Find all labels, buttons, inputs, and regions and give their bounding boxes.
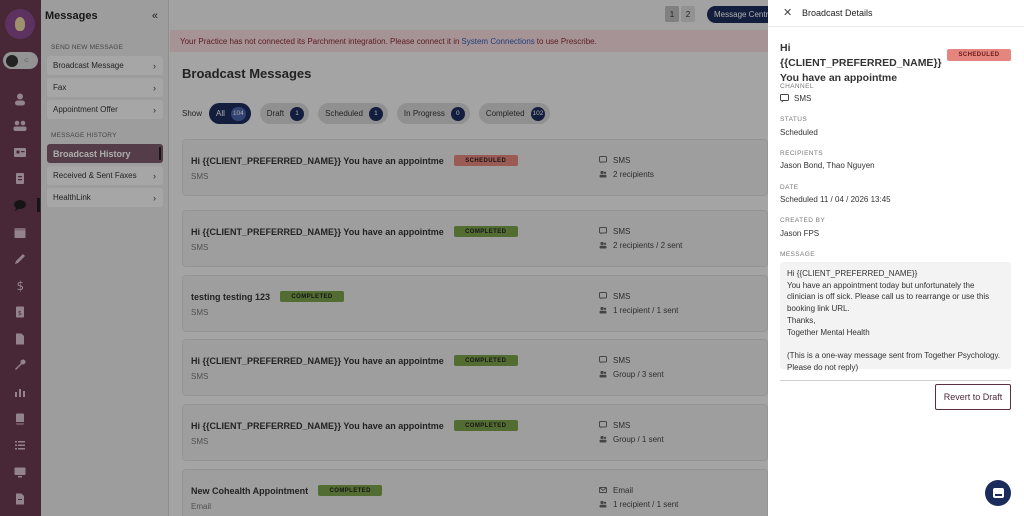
close-icon[interactable]: ✕ (783, 6, 792, 19)
date-value: Scheduled 11 / 04 / 2026 13:45 (780, 195, 891, 204)
broadcast-title-line: Hi {{CLIENT_PREFERRED_NAME}} (780, 42, 942, 69)
panel-title: Broadcast Details (802, 8, 873, 18)
message-line: (This is a one-way message sent from Tog… (787, 350, 1001, 372)
channel-label: CHANNEL (780, 83, 814, 90)
message-line: Hi {{CLIENT_PREFERRED_NAME}} (787, 269, 918, 278)
message-body: Hi {{CLIENT_PREFERRED_NAME}} You have an… (780, 262, 1011, 372)
created-by-value: Jason FPS (780, 229, 820, 238)
broadcast-details-panel: ✕ Broadcast Details Hi {{CLIENT_PREFERRE… (768, 0, 1024, 516)
chat-icon (992, 488, 1004, 498)
support-chat-button[interactable] (985, 480, 1011, 506)
message-line: Together Mental Health (787, 327, 870, 337)
broadcast-title: Hi {{CLIENT_PREFERRED_NAME}} You have an… (780, 41, 942, 86)
channel-value: SMS (780, 94, 811, 103)
chat-bubble-icon (780, 94, 789, 103)
created-by-label: CREATED BY (780, 217, 826, 224)
status-badge: SCHEDULED (947, 49, 1011, 61)
divider (780, 380, 1011, 381)
panel-header: ✕ Broadcast Details (768, 0, 1024, 27)
message-line: Thanks, (787, 315, 816, 325)
modal-backdrop[interactable] (0, 0, 768, 516)
message-line (787, 338, 1004, 350)
status-label: STATUS (780, 116, 808, 123)
channel-text: SMS (794, 94, 812, 103)
recipients-value: Jason Bond, Thao Nguyen (780, 161, 875, 170)
revert-to-draft-button[interactable]: Revert to Draft (935, 384, 1011, 410)
recipients-label: RECIPIENTS (780, 150, 824, 157)
date-label: DATE (780, 184, 799, 191)
message-label: MESSAGE (780, 251, 815, 258)
status-value: Scheduled (780, 128, 818, 137)
message-line: You have an appointment today but unfort… (787, 280, 990, 314)
